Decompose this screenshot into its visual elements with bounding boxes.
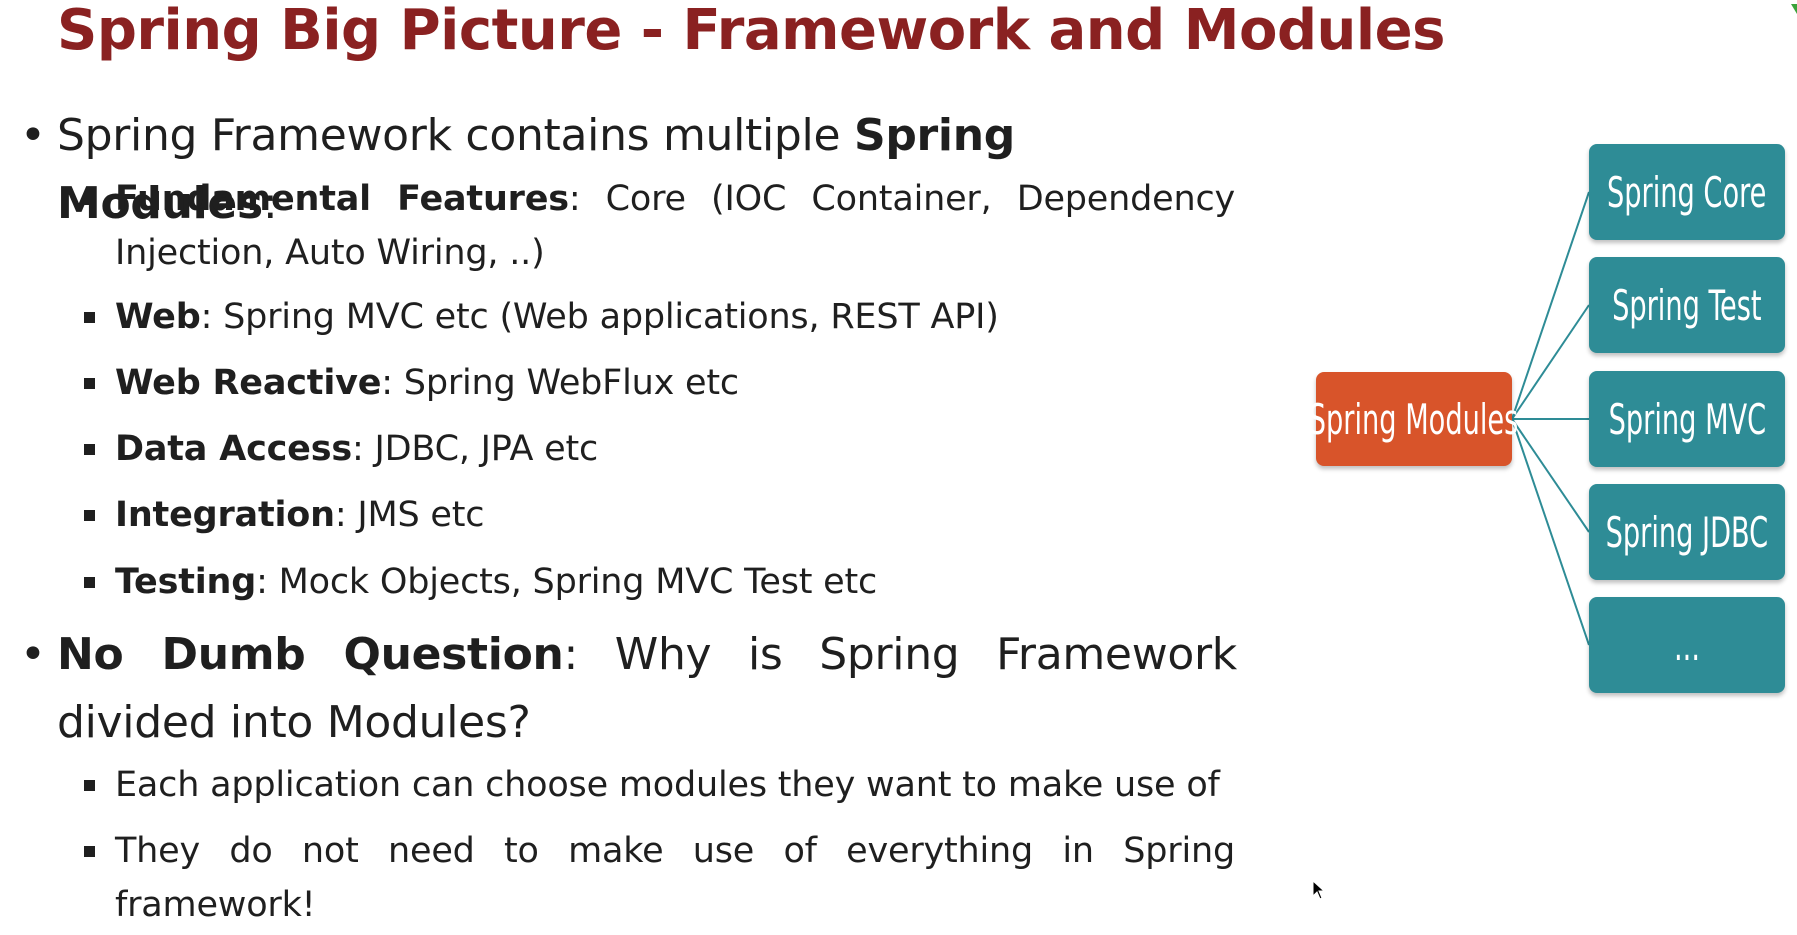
bullet-square-icon [84,846,95,857]
node-spring-jdbc: Spring JDBC [1589,484,1785,580]
bullet-module-integration: Integration: JMS etc [84,488,1235,542]
node-spring-test: Spring Test [1589,257,1785,353]
bullet-square-icon [84,780,95,791]
spring-modules-diagram: Spring Modules Spring Core Spring Test S… [1300,140,1797,700]
bullet-module-web-reactive: Web Reactive: Spring WebFlux etc [84,356,1235,410]
connector-line [1511,418,1590,533]
bullet-module-data-access: Data Access: JDBC, JPA etc [84,422,1235,476]
connector-line [1511,191,1590,420]
bullet-answer-not-everything: They do not need to make use of everythi… [84,824,1235,932]
bullet-square-icon [84,510,95,521]
connector-line [1511,418,1590,646]
node-spring-mvc: Spring MVC [1589,371,1785,467]
bullet-question: • No Dumb Question: Why is Spring Framew… [20,621,1237,757]
bullet-module-web: Web: Spring MVC etc (Web applications, R… [84,290,1235,344]
node-spring-core: Spring Core [1589,144,1785,240]
connector-line [1511,304,1590,420]
bullet-module-testing: Testing: Mock Objects, Spring MVC Test e… [84,555,1235,609]
bullet-square-icon [84,444,95,455]
node-more: ... [1589,597,1785,693]
bullet-module-fundamental: Fundamental Features: Core (IOC Containe… [84,172,1235,280]
slide-title: Spring Big Picture - Framework and Modul… [57,0,1445,63]
node-spring-modules: Spring Modules [1309,372,1519,466]
bullet-square-icon [84,312,95,323]
bullet-square-icon [84,378,95,389]
bullet-square-icon [84,577,95,588]
corner-mark-icon [1791,4,1797,14]
bullet-square-icon [84,194,95,205]
bullet-dot-icon: • [20,110,46,161]
bullet-dot-icon: • [20,629,46,680]
bullet-answer-choose: Each application can choose modules they… [84,758,1235,812]
mouse-cursor-icon [1312,880,1326,900]
